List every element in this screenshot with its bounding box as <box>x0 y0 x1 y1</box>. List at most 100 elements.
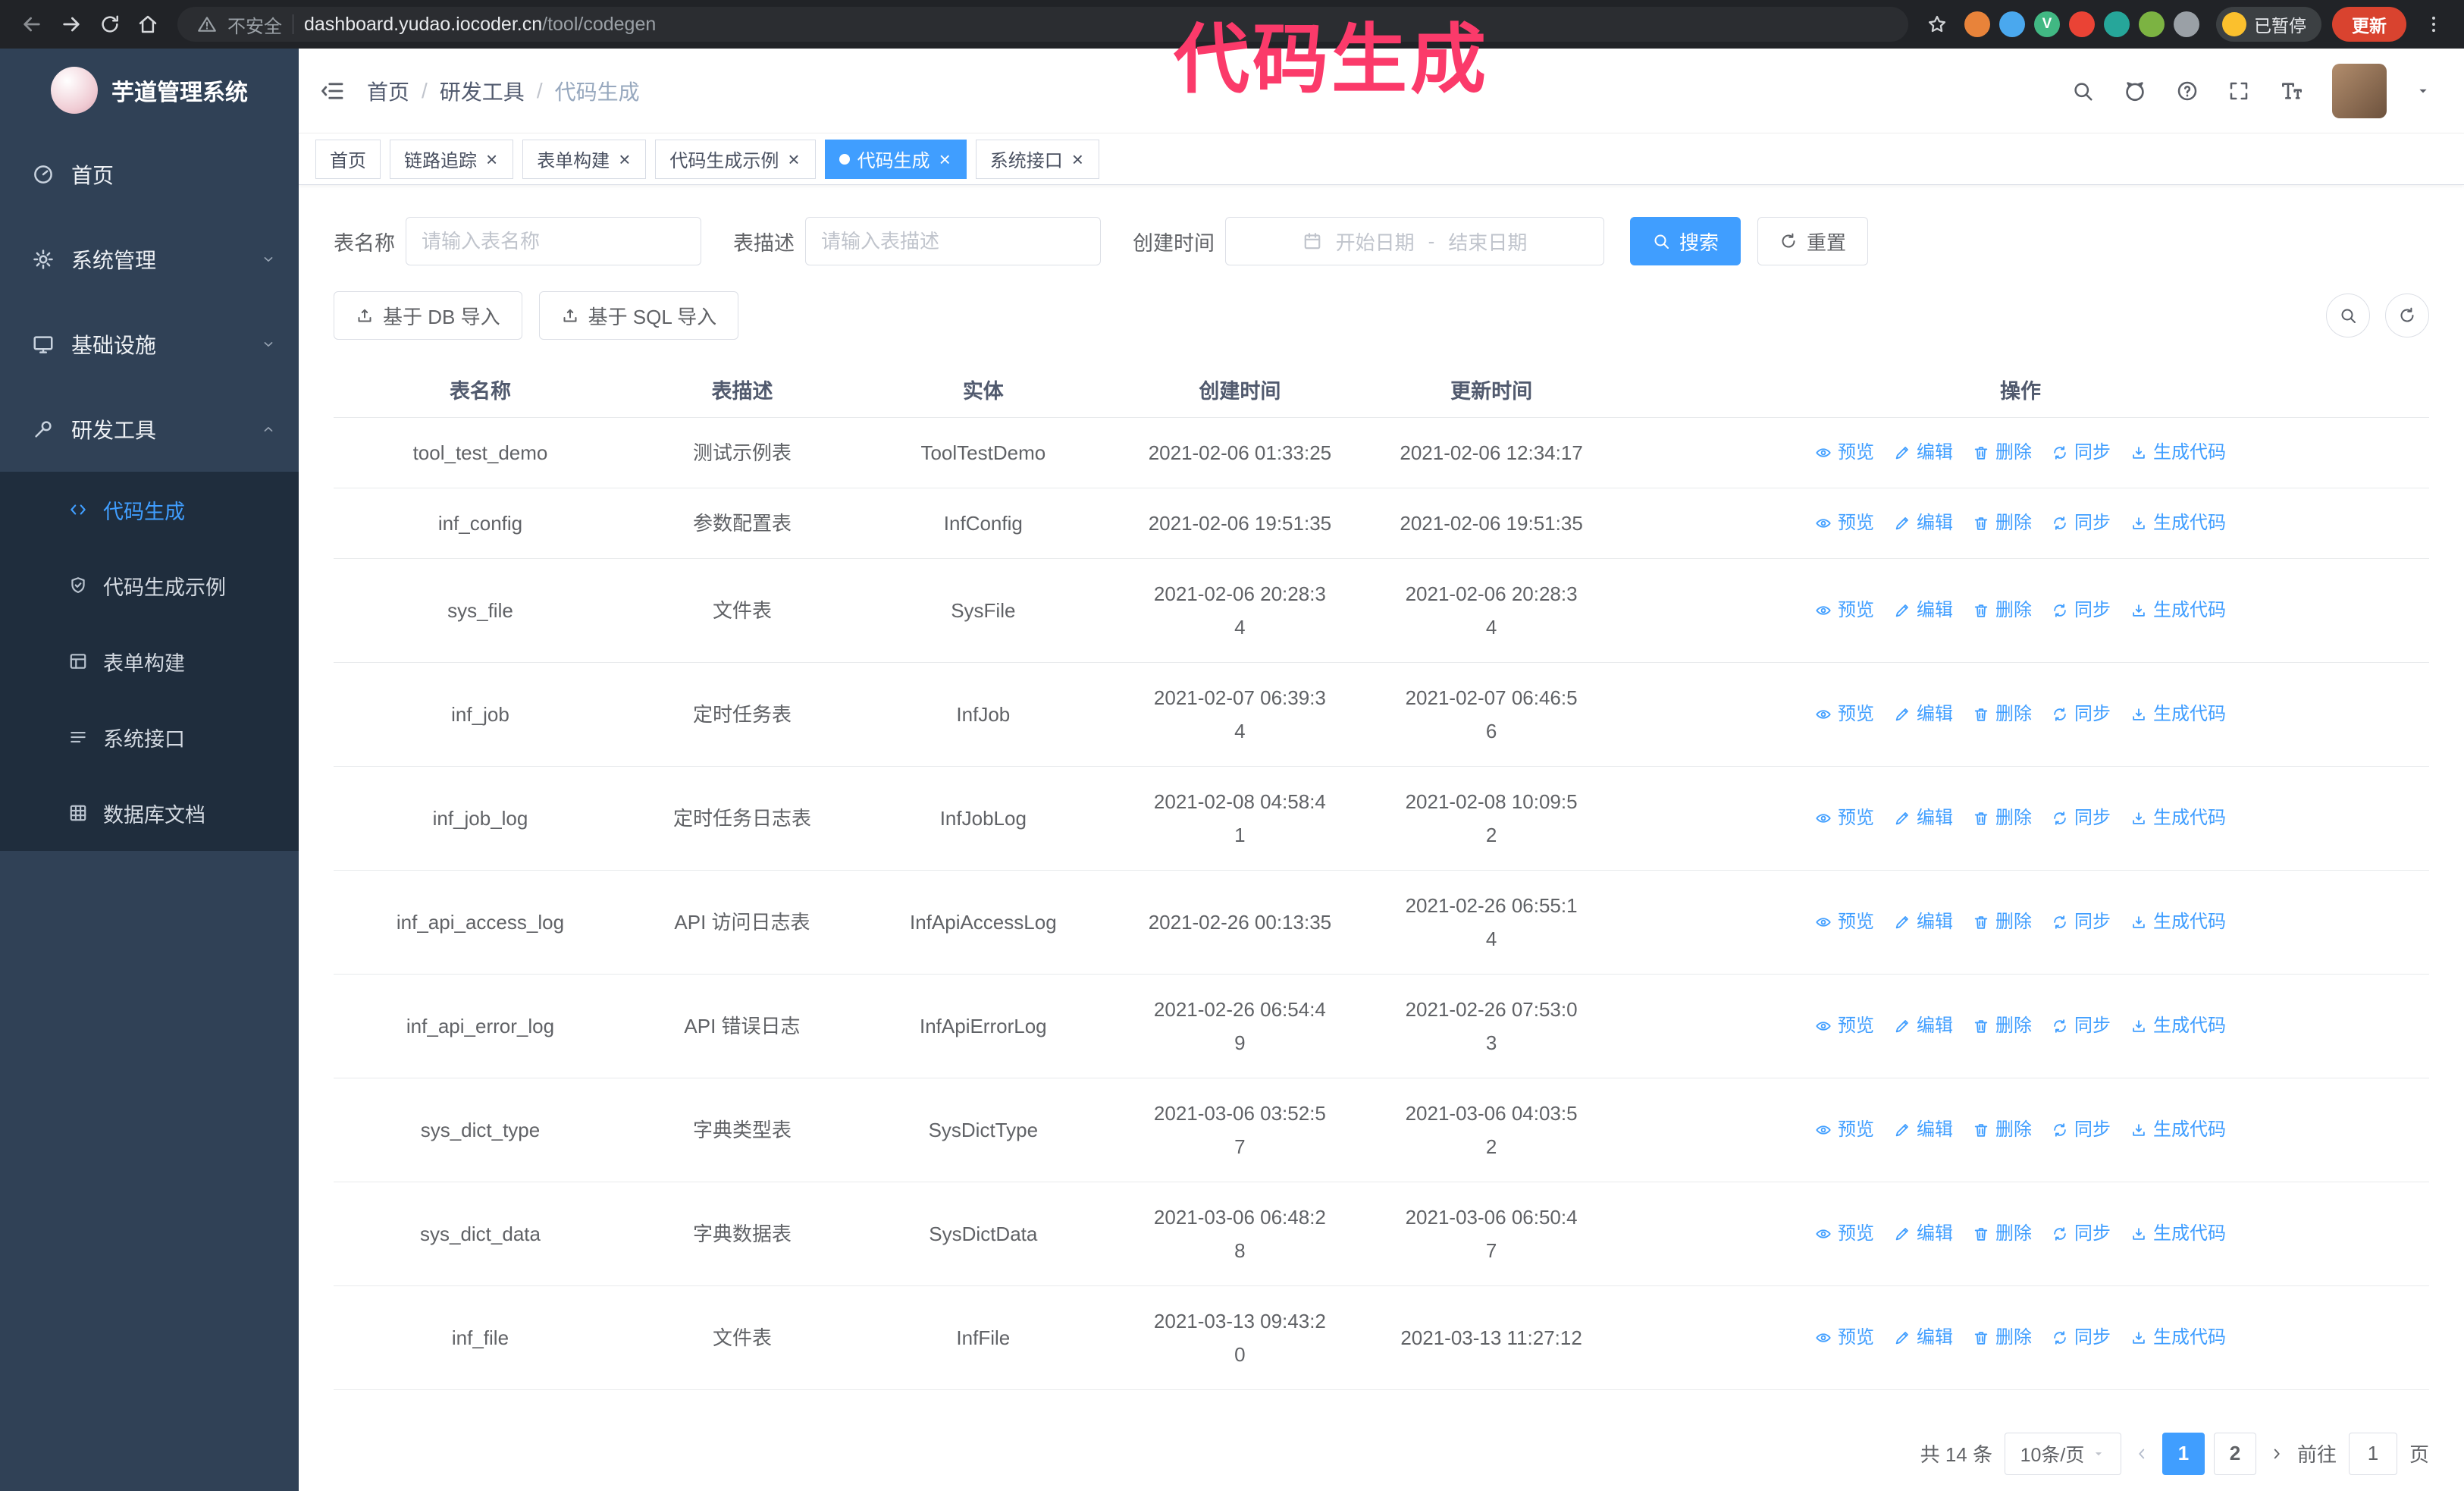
extension-5-icon[interactable] <box>2104 11 2130 37</box>
row-action-edit[interactable]: 编辑 <box>1894 698 1953 731</box>
address-bar[interactable]: 不安全 dashboard.yudao.iocoder.cn/tool/code… <box>177 7 1908 42</box>
row-action-generate[interactable]: 生成代码 <box>2130 1009 2226 1043</box>
row-action-generate[interactable]: 生成代码 <box>2130 594 2226 627</box>
row-action-preview[interactable]: 预览 <box>1815 507 1874 540</box>
row-action-edit[interactable]: 编辑 <box>1894 594 1953 627</box>
row-action-sync[interactable]: 同步 <box>2052 1321 2111 1354</box>
row-action-generate[interactable]: 生成代码 <box>2130 1321 2226 1354</box>
row-action-delete[interactable]: 删除 <box>1973 1217 2032 1251</box>
row-action-preview[interactable]: 预览 <box>1815 1217 1874 1251</box>
row-action-delete[interactable]: 删除 <box>1973 507 2032 540</box>
row-action-edit[interactable]: 编辑 <box>1894 906 1953 939</box>
row-action-sync[interactable]: 同步 <box>2052 906 2111 939</box>
table-desc-input[interactable] <box>805 217 1101 265</box>
row-action-generate[interactable]: 生成代码 <box>2130 906 2226 939</box>
row-action-sync[interactable]: 同步 <box>2052 594 2111 627</box>
page-size-select[interactable]: 10条/页 <box>2004 1432 2121 1475</box>
refresh-table-button[interactable] <box>2385 293 2429 337</box>
user-avatar[interactable] <box>2332 63 2387 118</box>
tab-close-icon[interactable]: × <box>617 149 632 169</box>
row-action-edit[interactable]: 编辑 <box>1894 1113 1953 1147</box>
tab[interactable]: 链路追踪 × <box>390 139 514 179</box>
row-action-edit[interactable]: 编辑 <box>1894 802 1953 835</box>
row-action-generate[interactable]: 生成代码 <box>2130 1217 2226 1251</box>
sidebar-subitem-api[interactable]: 系统接口 <box>0 699 299 775</box>
row-action-sync[interactable]: 同步 <box>2052 436 2111 469</box>
row-action-generate[interactable]: 生成代码 <box>2130 698 2226 731</box>
reload-icon[interactable] <box>99 13 121 36</box>
row-action-sync[interactable]: 同步 <box>2052 1009 2111 1043</box>
sidebar-item-gear[interactable]: 系统管理 <box>0 217 299 302</box>
row-action-sync[interactable]: 同步 <box>2052 1217 2111 1251</box>
hamburger-icon[interactable] <box>320 78 346 104</box>
row-action-preview[interactable]: 预览 <box>1815 906 1874 939</box>
row-action-preview[interactable]: 预览 <box>1815 1321 1874 1354</box>
row-action-delete[interactable]: 删除 <box>1973 698 2032 731</box>
bookmark-star-icon[interactable] <box>1926 14 1948 35</box>
extension-7-icon[interactable] <box>2174 11 2199 37</box>
sidebar-item-tools[interactable]: 研发工具 <box>0 387 299 472</box>
row-action-edit[interactable]: 编辑 <box>1894 436 1953 469</box>
tab[interactable]: 首页 <box>315 139 381 179</box>
row-action-delete[interactable]: 删除 <box>1973 1113 2032 1147</box>
row-action-generate[interactable]: 生成代码 <box>2130 507 2226 540</box>
reset-button[interactable]: 重置 <box>1757 217 1869 265</box>
page-button-1[interactable]: 1 <box>2161 1432 2205 1475</box>
row-action-preview[interactable]: 预览 <box>1815 1113 1874 1147</box>
kebab-menu-icon[interactable] <box>2423 14 2444 35</box>
date-range-picker[interactable]: 开始日期 - 结束日期 <box>1225 217 1604 265</box>
import-db-button[interactable]: 基于 DB 导入 <box>334 291 522 340</box>
tab[interactable]: 表单构建 × <box>522 139 647 179</box>
breadcrumb-item[interactable]: 首页 <box>367 76 409 106</box>
sidebar-item-dashboard[interactable]: 首页 <box>0 132 299 217</box>
tab-close-icon[interactable]: × <box>1071 149 1085 169</box>
row-action-preview[interactable]: 预览 <box>1815 698 1874 731</box>
tab-close-icon[interactable]: × <box>786 149 801 169</box>
row-action-delete[interactable]: 删除 <box>1973 1009 2032 1043</box>
extension-6-icon[interactable] <box>2139 11 2165 37</box>
row-action-preview[interactable]: 预览 <box>1815 1009 1874 1043</box>
next-page-button[interactable] <box>2268 1445 2285 1462</box>
github-icon[interactable] <box>2123 79 2147 103</box>
row-action-sync[interactable]: 同步 <box>2052 1113 2111 1147</box>
tab[interactable]: 代码生成 × <box>824 139 967 179</box>
row-action-delete[interactable]: 删除 <box>1973 436 2032 469</box>
toggle-search-button[interactable] <box>2326 293 2370 337</box>
row-action-preview[interactable]: 预览 <box>1815 594 1874 627</box>
row-action-edit[interactable]: 编辑 <box>1894 1009 1953 1043</box>
row-action-delete[interactable]: 删除 <box>1973 802 2032 835</box>
row-action-edit[interactable]: 编辑 <box>1894 1321 1953 1354</box>
sidebar-item-infra[interactable]: 基础设施 <box>0 302 299 387</box>
sidebar-subitem-db[interactable]: 数据库文档 <box>0 775 299 851</box>
prev-page-button[interactable] <box>2133 1445 2150 1462</box>
logo[interactable]: 芋道管理系统 <box>0 49 299 132</box>
search-icon[interactable] <box>2071 80 2094 102</box>
caret-down-icon[interactable] <box>2415 83 2431 99</box>
row-action-delete[interactable]: 删除 <box>1973 1321 2032 1354</box>
row-action-edit[interactable]: 编辑 <box>1894 507 1953 540</box>
row-action-delete[interactable]: 删除 <box>1973 594 2032 627</box>
row-action-sync[interactable]: 同步 <box>2052 698 2111 731</box>
tab-close-icon[interactable]: × <box>484 149 499 169</box>
back-icon[interactable] <box>20 12 44 36</box>
breadcrumb-item[interactable]: 研发工具 <box>440 76 525 106</box>
font-size-icon[interactable] <box>2279 79 2303 103</box>
row-action-edit[interactable]: 编辑 <box>1894 1217 1953 1251</box>
extension-3-icon[interactable]: V <box>2034 11 2060 37</box>
forward-icon[interactable] <box>59 12 83 36</box>
update-button[interactable]: 更新 <box>2332 7 2406 42</box>
extension-1-icon[interactable] <box>1964 11 1990 37</box>
help-icon[interactable] <box>2176 80 2199 102</box>
row-action-preview[interactable]: 预览 <box>1815 802 1874 835</box>
sidebar-subitem-form[interactable]: 表单构建 <box>0 623 299 699</box>
row-action-generate[interactable]: 生成代码 <box>2130 436 2226 469</box>
row-action-sync[interactable]: 同步 <box>2052 802 2111 835</box>
goto-page-input[interactable] <box>2348 1432 2397 1475</box>
extension-4-icon[interactable] <box>2069 11 2095 37</box>
row-action-preview[interactable]: 预览 <box>1815 436 1874 469</box>
tab-close-icon[interactable]: × <box>938 149 952 169</box>
page-button-2[interactable]: 2 <box>2213 1432 2256 1475</box>
import-sql-button[interactable]: 基于 SQL 导入 <box>538 291 739 340</box>
row-action-generate[interactable]: 生成代码 <box>2130 802 2226 835</box>
row-action-sync[interactable]: 同步 <box>2052 507 2111 540</box>
